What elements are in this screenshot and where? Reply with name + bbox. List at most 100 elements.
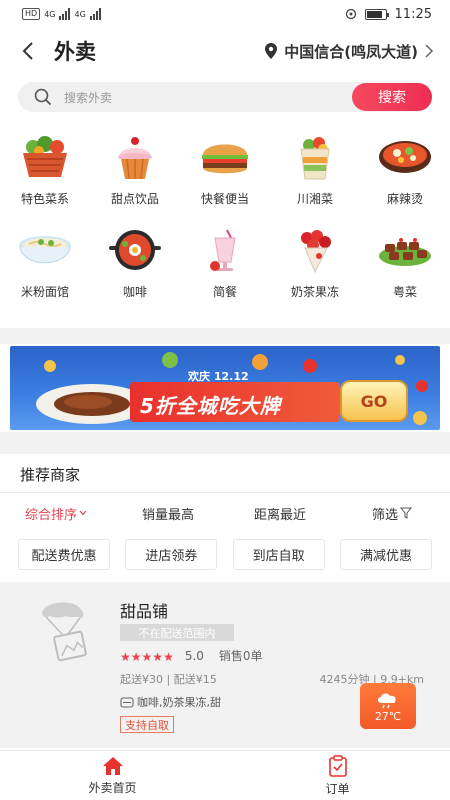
filter-delivery-discount[interactable]: 配送费优惠 — [18, 539, 110, 570]
category-item[interactable]: 奶茶果冻 — [270, 227, 360, 300]
promo-banner[interactable]: 欢庆 12.12 5折全城吃大牌 GO — [10, 346, 440, 430]
rain-cloud-icon — [378, 692, 396, 708]
banner-go-button[interactable]: GO — [340, 380, 408, 422]
burger-icon — [196, 134, 254, 182]
salad-cup-icon — [286, 134, 344, 182]
back-icon[interactable] — [16, 39, 40, 63]
sort-bar: 综合排序 销量最高 距离最近 筛选 — [0, 502, 450, 524]
category-item[interactable]: 麻辣烫 — [360, 134, 450, 207]
filter-pickup[interactable]: 到店自取 — [232, 539, 325, 570]
bibimbap-pot-icon — [106, 227, 164, 275]
status-bar: HD 4G 4G 11:25 — [0, 0, 450, 28]
category-label: 粤菜 — [392, 285, 417, 299]
signal-icon — [89, 8, 101, 20]
shop-delivery-fee: 起送¥30 | 配送¥15 — [120, 673, 217, 686]
status-left: HD 4G 4G — [22, 8, 101, 20]
weather-temp: 27℃ — [374, 709, 402, 723]
vegetable-basket-icon — [16, 134, 74, 182]
category-item[interactable]: 简餐 — [180, 227, 270, 300]
sort-filter[interactable]: 筛选 — [336, 502, 448, 524]
filter-chips: 配送费优惠 进店领券 到店自取 满减优惠 — [18, 539, 432, 570]
recommend-title: 推荐商家 — [20, 466, 81, 484]
rating-score: 5.0 — [184, 648, 204, 663]
sort-distance[interactable]: 距离最近 — [224, 502, 336, 524]
category-label: 快餐便当 — [200, 192, 249, 206]
category-label: 甜点饮品 — [110, 192, 159, 206]
header: 外卖 中国信合(鸣凤大道) — [0, 28, 450, 74]
network-type-1: 4G — [44, 9, 56, 19]
hotpot-bowl-icon — [376, 134, 434, 182]
chevron-down-icon — [79, 510, 87, 516]
star-icon: ★ — [141, 650, 153, 664]
page-title: 外卖 — [54, 40, 96, 64]
category-label: 米粉面馆 — [20, 285, 69, 299]
hd-badge: HD — [22, 8, 41, 20]
weather-widget[interactable]: 27℃ — [360, 683, 416, 729]
category-item[interactable]: 特色菜系 — [0, 134, 90, 207]
rating-stars: ★★★★★ — [120, 646, 174, 665]
category-label: 特色菜系 — [20, 192, 69, 206]
signal-icon — [59, 8, 71, 20]
clock: 11:25 — [394, 6, 432, 22]
banner-subtitle: 欢庆 12.12 — [188, 370, 249, 383]
location-status-icon — [345, 8, 356, 20]
category-item[interactable]: 粤菜 — [360, 227, 450, 300]
category-item[interactable]: 川湘菜 — [270, 134, 360, 207]
category-item[interactable]: 米粉面馆 — [0, 227, 90, 300]
funnel-icon — [400, 507, 412, 519]
bottom-tab-bar: 外卖首页 订单 — [0, 750, 450, 800]
shop-placeholder-icon — [42, 602, 87, 662]
shop-categories: 咖啡,奶茶果冻,甜 — [120, 694, 221, 710]
order-clipboard-icon — [328, 754, 347, 777]
star-icon: ★ — [120, 650, 131, 664]
cupcake-icon — [106, 134, 164, 182]
filter-coupon[interactable]: 进店领券 — [125, 539, 218, 570]
banner-headline: 5折全城吃大牌 — [140, 394, 281, 418]
shop-rating: ★★★★★ 5.0 销售0单 — [120, 646, 263, 665]
sort-label: 距离最近 — [253, 507, 306, 523]
battery-fill — [366, 10, 382, 18]
location-selector[interactable]: 中国信合(鸣凤大道) — [264, 41, 434, 62]
category-label: 奶茶果冻 — [290, 285, 339, 299]
shop-status-badge: 不在配送范围内 — [120, 624, 234, 641]
shop-name: 甜品铺 — [120, 602, 169, 621]
star-icon: ★ — [130, 650, 142, 664]
tab-label: 订单 — [325, 781, 350, 796]
star-icon: ★ — [152, 650, 164, 664]
category-label: 简餐 — [212, 285, 237, 299]
category-label: 川湘菜 — [296, 192, 333, 206]
section-gap — [0, 328, 450, 344]
noodle-bowl-icon — [16, 227, 74, 275]
location-label: 中国信合(鸣凤大道) — [284, 42, 418, 61]
search-input[interactable]: 搜索外卖 — [64, 89, 112, 106]
category-item[interactable]: 咖啡 — [90, 227, 180, 300]
chevron-right-icon — [425, 44, 434, 58]
category-item[interactable]: 甜点饮品 — [90, 134, 180, 207]
divider — [0, 492, 450, 493]
tab-home[interactable]: 外卖首页 — [0, 751, 225, 800]
category-item[interactable]: 快餐便当 — [180, 134, 270, 207]
tab-orders[interactable]: 订单 — [225, 751, 450, 800]
smoothie-glass-icon — [196, 227, 254, 275]
home-icon — [102, 756, 123, 775]
filter-full-reduction[interactable]: 满减优惠 — [339, 539, 432, 570]
category-label: 咖啡 — [122, 285, 147, 299]
search-button[interactable]: 搜索 — [352, 83, 432, 111]
skewers-icon — [376, 227, 434, 275]
sort-sales[interactable]: 销量最高 — [112, 502, 224, 524]
map-pin-icon — [265, 43, 278, 59]
sort-label: 筛选 — [371, 507, 398, 523]
network-type-2: 4G — [74, 9, 86, 19]
sort-label: 销量最高 — [141, 507, 194, 523]
sort-comprehensive[interactable]: 综合排序 — [0, 502, 112, 524]
category-label: 麻辣烫 — [386, 192, 423, 206]
search-bar[interactable]: 搜索外卖 搜索 — [18, 82, 432, 112]
status-right: 11:25 — [345, 7, 432, 22]
category-tag-icon — [120, 696, 134, 708]
star-icon: ★ — [163, 650, 174, 664]
sort-label: 综合排序 — [24, 507, 77, 523]
section-gap — [0, 432, 450, 454]
pickup-tag: 支持自取 — [120, 716, 174, 733]
shop-sales: 销售0单 — [218, 649, 263, 663]
flower-bouquet-icon — [286, 227, 344, 275]
